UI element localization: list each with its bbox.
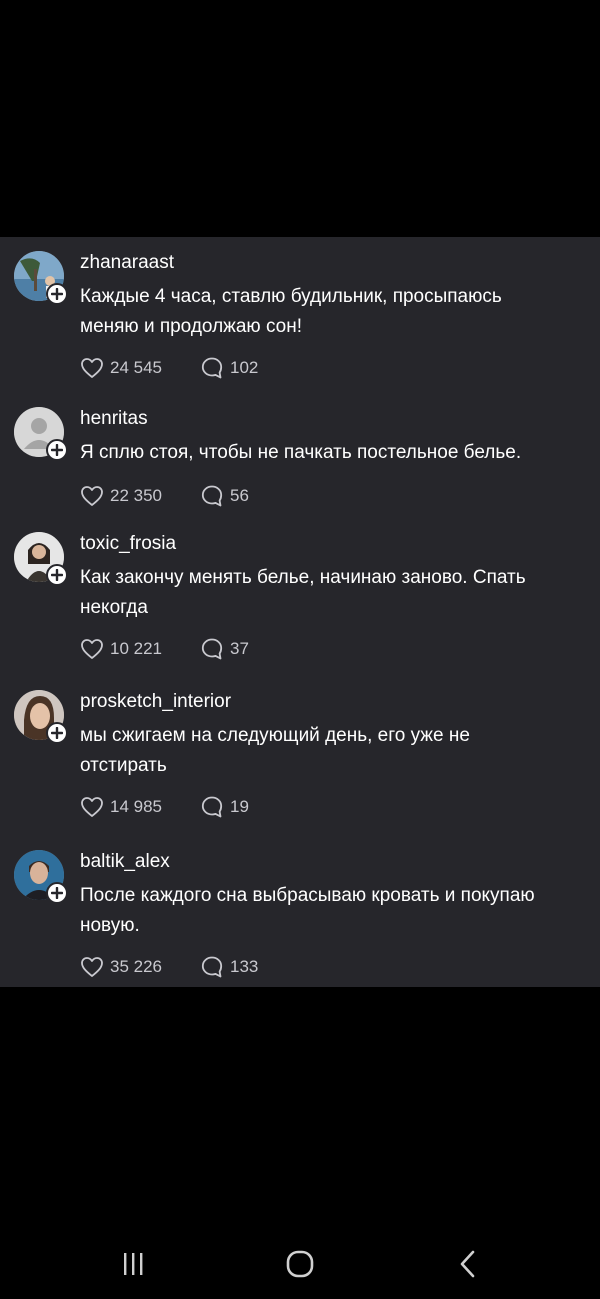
home-icon[interactable] bbox=[280, 1247, 320, 1281]
like-button[interactable]: 10 221 bbox=[80, 636, 200, 662]
reply-button[interactable]: 133 bbox=[200, 954, 258, 980]
plus-circle-icon[interactable] bbox=[46, 439, 68, 461]
like-count: 14 985 bbox=[110, 797, 162, 816]
reply-count: 19 bbox=[230, 797, 249, 816]
comment-username[interactable]: prosketch_interior bbox=[80, 690, 231, 714]
system-navigation-bar bbox=[0, 1225, 600, 1299]
heart-outline-icon bbox=[81, 957, 103, 977]
comment-text: После каждого сна выбрасываю кровать и п… bbox=[80, 885, 535, 936]
like-count: 35 226 bbox=[110, 957, 162, 976]
recent-apps-icon[interactable] bbox=[113, 1247, 153, 1281]
like-count: 22 350 bbox=[110, 486, 162, 505]
avatar[interactable] bbox=[14, 690, 68, 744]
comment-username[interactable]: toxic_frosia bbox=[80, 532, 176, 556]
comment-text: Как закончу менять белье, начинаю заново… bbox=[80, 567, 526, 618]
like-button[interactable]: 24 545 bbox=[80, 355, 200, 381]
avatar[interactable] bbox=[14, 850, 68, 904]
reply-count: 37 bbox=[230, 639, 249, 658]
heart-outline-icon bbox=[81, 639, 103, 659]
speech-bubble-icon bbox=[201, 357, 223, 379]
reply-button[interactable]: 19 bbox=[200, 794, 249, 820]
plus-circle-icon[interactable] bbox=[46, 882, 68, 904]
like-button[interactable]: 14 985 bbox=[80, 794, 200, 820]
comment-text: Каждые 4 часа, ставлю будильник, просыпа… bbox=[80, 286, 502, 337]
comments-panel: zhanaraast Каждые 4 часа, ставлю будильн… bbox=[0, 237, 600, 987]
like-count: 10 221 bbox=[110, 639, 162, 658]
comment-username[interactable]: henritas bbox=[80, 407, 148, 431]
comment-stats: 10 221 37 bbox=[80, 636, 249, 662]
comment-stats: 22 350 56 bbox=[80, 483, 249, 509]
avatar[interactable] bbox=[14, 251, 68, 305]
like-count: 24 545 bbox=[110, 358, 162, 377]
comment-stats: 24 545 102 bbox=[80, 355, 258, 381]
reply-button[interactable]: 56 bbox=[200, 483, 249, 509]
reply-button[interactable]: 37 bbox=[200, 636, 249, 662]
speech-bubble-icon bbox=[201, 956, 223, 978]
speech-bubble-icon bbox=[201, 485, 223, 507]
back-icon[interactable] bbox=[448, 1247, 488, 1281]
comment-username[interactable]: baltik_alex bbox=[80, 850, 170, 874]
heart-outline-icon bbox=[81, 358, 103, 378]
heart-outline-icon bbox=[81, 797, 103, 817]
comment-stats: 35 226 133 bbox=[80, 954, 258, 980]
comment-text: Я сплю стоя, чтобы не пачкать постельное… bbox=[80, 442, 522, 463]
like-button[interactable]: 22 350 bbox=[80, 483, 200, 509]
heart-outline-icon bbox=[81, 486, 103, 506]
comment-text: мы сжигаем на следующий день, его уже не… bbox=[80, 725, 470, 776]
speech-bubble-icon bbox=[201, 638, 223, 660]
reply-count: 133 bbox=[230, 957, 259, 976]
reply-count: 102 bbox=[230, 358, 259, 377]
avatar[interactable] bbox=[14, 407, 68, 461]
plus-circle-icon[interactable] bbox=[46, 564, 68, 586]
comment-stats: 14 985 19 bbox=[80, 794, 249, 820]
comment-username[interactable]: zhanaraast bbox=[80, 251, 174, 275]
plus-circle-icon[interactable] bbox=[46, 722, 68, 744]
reply-button[interactable]: 102 bbox=[200, 355, 258, 381]
top-black-area bbox=[0, 0, 600, 237]
plus-circle-icon[interactable] bbox=[46, 283, 68, 305]
reply-count: 56 bbox=[230, 486, 249, 505]
speech-bubble-icon bbox=[201, 796, 223, 818]
avatar[interactable] bbox=[14, 532, 68, 586]
like-button[interactable]: 35 226 bbox=[80, 954, 200, 980]
